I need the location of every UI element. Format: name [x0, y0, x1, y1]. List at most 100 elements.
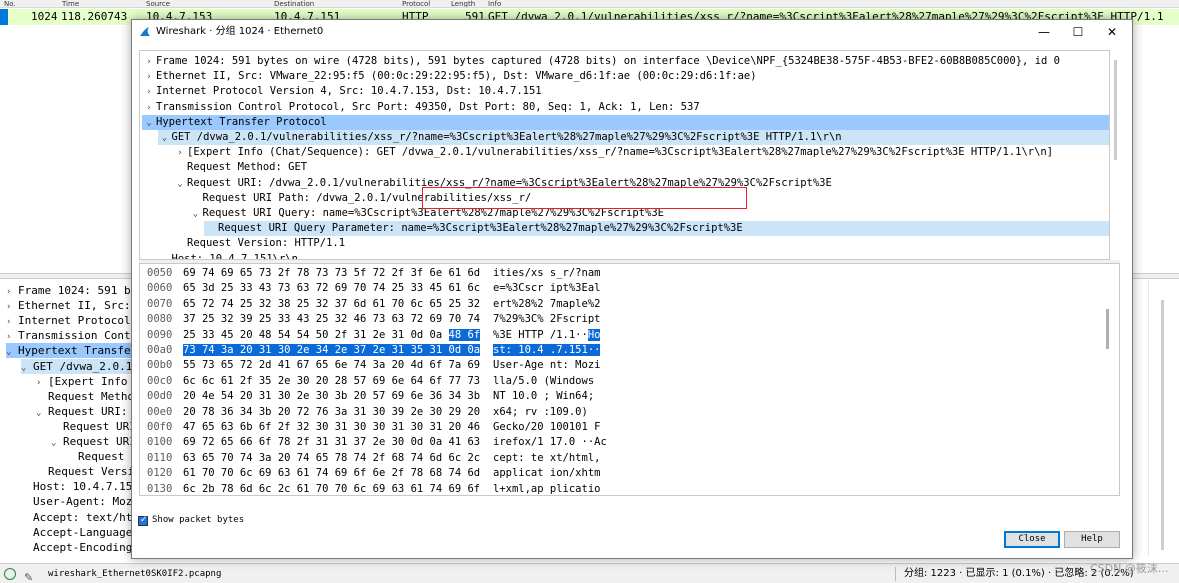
hex-bytes[interactable]: 61 70 70 6c 69 63 61 74 69 6f 6e 2f 78 6…: [183, 466, 480, 481]
ascii-text[interactable]: Gecko/20 100101 F: [493, 420, 600, 435]
ascii-group[interactable]: User-Age nt: Mozi: [493, 359, 600, 371]
byte-group[interactable]: 47 65 63 6b 6f 2f 32 30 31 30 30 31 30 3…: [183, 421, 480, 433]
tree-row[interactable]: › Ethernet II, Src: VMware_22:95:f5 (00:0…: [142, 69, 756, 84]
ready-icon[interactable]: [4, 568, 16, 580]
ascii-group[interactable]: NT 10.0 ; Win64;: [493, 390, 594, 402]
tree-row[interactable]: Request Version: HTTP/1.1: [173, 236, 345, 251]
ascii-text[interactable]: cept: te xt/html,: [493, 451, 600, 466]
hex-row[interactable]: 00f0 47 65 63 6b 6f 2f 32 30 31 30 30 31 …: [140, 420, 1100, 435]
ascii-text[interactable]: x64; rv :109.0): [493, 405, 588, 420]
col-length[interactable]: Length: [451, 0, 475, 7]
collapse-icon[interactable]: ⌄: [173, 177, 187, 192]
tree-row[interactable]: Request Metho: [36, 389, 134, 404]
byte-group[interactable]: 37 25 32 39 25 33 43 25 32 46 73 63 72 6…: [183, 313, 480, 325]
ascii-text[interactable]: e=%3Cscr ipt%3Eal: [493, 281, 600, 296]
hex-row[interactable]: 00a0 73 74 3a 20 31 30 2e 34 2e 37 2e 31 …: [140, 343, 1100, 358]
byte-group[interactable]: 55 73 65 72 2d 41 67 65 6e 74 3a 20 4d 6…: [183, 359, 480, 371]
hex-bytes[interactable]: 73 74 3a 20 31 30 2e 34 2e 37 2e 31 35 3…: [183, 343, 481, 358]
tree-row[interactable]: Host: 10.4.7.151: [21, 479, 138, 494]
ascii-group[interactable]: 7%29%3C% 2Fscript: [493, 313, 600, 325]
expand-icon[interactable]: ›: [142, 85, 156, 100]
tree-row[interactable]: ⌄ GET /dvwa_2.0.1,: [21, 358, 138, 376]
ascii-text[interactable]: 7%29%3C% 2Fscript: [493, 312, 600, 327]
ascii-group[interactable]: ities/xs s_r/?nam: [493, 267, 600, 279]
ascii-text[interactable]: User-Age nt: Mozi: [493, 358, 600, 373]
collapse-icon[interactable]: ⌄: [51, 436, 63, 451]
bytes-scrollbar[interactable]: [1105, 269, 1109, 489]
packet-bytes-pane[interactable]: 0050 69 74 69 65 73 2f 78 73 73 5f 72 2f …: [139, 263, 1120, 496]
ascii-group[interactable]: Gecko/20 100101 F: [493, 421, 600, 433]
checkbox-checked-icon[interactable]: [138, 514, 148, 527]
ascii-group[interactable]: l+xml,ap plicatio: [493, 483, 600, 495]
byte-group[interactable]: 61 70 70 6c 69 63 61 74 69 6f 6e 2f 78 6…: [183, 467, 480, 479]
hex-bytes[interactable]: 37 25 32 39 25 33 43 25 32 46 73 63 72 6…: [183, 312, 480, 327]
byte-group[interactable]: 65 72 74 25 32 38 25 32 37 6d 61 70 6c 6…: [183, 298, 480, 310]
collapse-icon[interactable]: ⌄: [21, 361, 33, 376]
hex-bytes[interactable]: 20 78 36 34 3b 20 72 76 3a 31 30 39 2e 3…: [183, 405, 480, 420]
close-button[interactable]: Close: [1004, 531, 1060, 548]
selected-bytes[interactable]: 48 6f: [448, 328, 481, 341]
tree-row[interactable]: Host: 10.4.7.151\r\n: [158, 252, 298, 259]
maximize-button[interactable]: ☐: [1062, 20, 1094, 44]
scrollbar[interactable]: [1161, 300, 1164, 550]
hex-bytes[interactable]: 69 74 69 65 73 2f 78 73 73 5f 72 2f 3f 6…: [183, 266, 480, 281]
tree-row[interactable]: User-Agent: Mozi: [21, 494, 138, 509]
background-bytes-pane[interactable]: [1148, 280, 1179, 556]
collapse-icon[interactable]: ⌄: [36, 406, 48, 421]
ascii-text[interactable]: applicat ion/xhtm: [493, 466, 600, 481]
hex-bytes[interactable]: 55 73 65 72 2d 41 67 65 6e 74 3a 20 4d 6…: [183, 358, 480, 373]
tree-row[interactable]: › Frame 1024: 591 bytes on wire (4728 bit…: [142, 54, 1060, 69]
hex-row[interactable]: 0090 25 33 45 20 48 54 54 50 2f 31 2e 31 …: [140, 328, 1100, 343]
hex-row[interactable]: 00c0 6c 6c 61 2f 35 2e 30 20 28 57 69 6e …: [140, 374, 1100, 389]
hex-bytes[interactable]: 6c 2b 78 6d 6c 2c 61 70 70 6c 69 63 61 7…: [183, 482, 480, 495]
minimize-button[interactable]: —: [1028, 20, 1060, 44]
close-window-button[interactable]: ✕: [1096, 20, 1128, 44]
hex-bytes[interactable]: 69 72 65 66 6f 78 2f 31 31 37 2e 30 0d 0…: [183, 435, 480, 450]
expand-icon[interactable]: ›: [173, 146, 187, 161]
tree-row[interactable]: › Internet Protocol Version 4, Src: 10.4.…: [142, 84, 541, 100]
ascii-group[interactable]: e=%3Cscr ipt%3Eal: [493, 282, 600, 294]
byte-group[interactable]: 63 65 70 74 3a 20 74 65 78 74 2f 68 74 6…: [183, 452, 480, 464]
hex-bytes[interactable]: 6c 6c 61 2f 35 2e 30 20 28 57 69 6e 64 6…: [183, 374, 480, 389]
hex-bytes[interactable]: 25 33 45 20 48 54 54 50 2f 31 2e 31 0d 0…: [183, 328, 481, 343]
hex-bytes[interactable]: 47 65 63 6b 6f 2f 32 30 31 30 30 31 30 3…: [183, 420, 480, 435]
ascii-text[interactable]: irefox/1 17.0 ··Ac: [493, 435, 607, 450]
byte-group[interactable]: 6c 2b 78 6d 6c 2c 61 70 70 6c 69 63 61 7…: [183, 483, 480, 495]
byte-group[interactable]: 25 33 45 20 48 54 54 50 2f 31 2e 31 0d 0…: [183, 329, 449, 341]
hex-bytes[interactable]: 20 4e 54 20 31 30 2e 30 3b 20 57 69 6e 3…: [183, 389, 480, 404]
hex-row[interactable]: 00b0 55 73 65 72 2d 41 67 65 6e 74 3a 20 …: [140, 358, 1100, 373]
ascii-text[interactable]: ities/xs s_r/?nam: [493, 266, 600, 281]
ascii-group[interactable]: x64; rv :109.0): [493, 406, 588, 418]
background-packet-details[interactable]: › Frame 1024: 591 by › Ethernet II, Src: › In…: [0, 280, 138, 556]
packet-details-tree[interactable]: › Frame 1024: 591 bytes on wire (4728 bit…: [139, 50, 1110, 260]
ascii-text[interactable]: ert%28%2 7maple%2: [493, 297, 600, 312]
tree-row[interactable]: › [Expert Info: [36, 374, 127, 389]
ascii-group[interactable]: cept: te xt/html,: [493, 452, 600, 464]
tree-row[interactable]: Request: [66, 449, 124, 464]
hex-row[interactable]: 0060 65 3d 25 33 43 73 63 72 69 70 74 25 …: [140, 281, 1100, 296]
tree-row[interactable]: ⌄ Hypertext Transfer: [6, 343, 138, 359]
hex-row[interactable]: 00d0 20 4e 54 20 31 30 2e 30 3b 20 57 69 …: [140, 389, 1100, 404]
expand-icon[interactable]: ›: [142, 55, 156, 70]
ascii-text[interactable]: st: 10.4 .7.151··: [493, 343, 601, 358]
hex-bytes[interactable]: 65 72 74 25 32 38 25 32 37 6d 61 70 6c 6…: [183, 297, 480, 312]
tree-row[interactable]: Accept-Encoding: [21, 540, 132, 555]
tree-row[interactable]: ⌄ Hypertext Transfer Protocol: [142, 114, 1109, 130]
tree-row[interactable]: ⌄ GET /dvwa_2.0.1/vulnerabilities/xss_r/?…: [157, 130, 1109, 145]
hex-row[interactable]: 0120 61 70 70 6c 69 63 61 74 69 6f 6e 2f …: [140, 466, 1100, 481]
tree-row[interactable]: Request Versi: [36, 464, 134, 479]
tree-row[interactable]: Request Method: GET: [173, 160, 307, 175]
details-scrollbar[interactable]: [1112, 50, 1120, 260]
hex-row[interactable]: 0070 65 72 74 25 32 38 25 32 37 6d 61 70 …: [140, 297, 1100, 312]
hex-row[interactable]: 0130 6c 2b 78 6d 6c 2c 61 70 70 6c 69 63 …: [140, 482, 1100, 495]
hex-row[interactable]: 0080 37 25 32 39 25 33 43 25 32 46 73 63 …: [140, 312, 1100, 327]
collapse-icon[interactable]: ⌄: [189, 207, 203, 222]
col-source[interactable]: Source: [146, 0, 170, 7]
tree-row[interactable]: › Frame 1024: 591 by: [6, 283, 137, 298]
expand-icon[interactable]: ›: [142, 101, 156, 116]
ascii-text[interactable]: lla/5.0 (Windows: [493, 374, 594, 389]
dialog-titlebar[interactable]: Wireshark · 分组 1024 · Ethernet0 — ☐ ✕: [132, 20, 1132, 44]
ascii-group[interactable]: ert%28%2 7maple%2: [493, 298, 600, 310]
ascii-group[interactable]: irefox/1 17.0 ··Ac: [493, 436, 607, 448]
tree-row[interactable]: › [Expert Info (Chat/Sequence): GET /dvwa…: [173, 145, 1053, 160]
